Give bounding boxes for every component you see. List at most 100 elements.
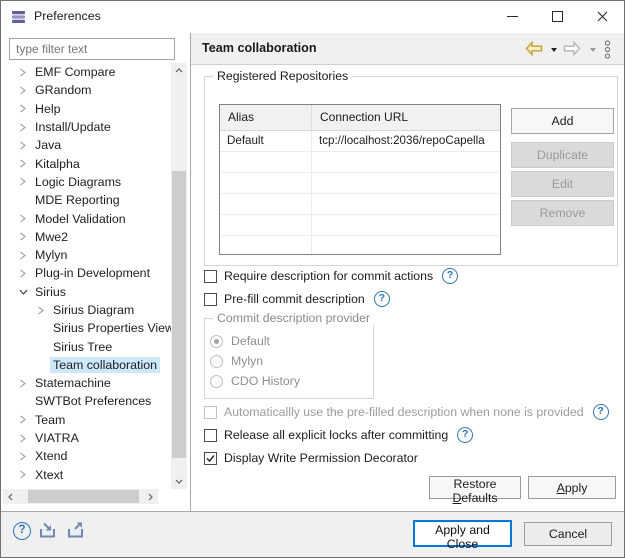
chevron-collapsed-icon[interactable] xyxy=(19,141,32,150)
export-preferences-icon[interactable] xyxy=(66,522,87,544)
chevron-collapsed-icon[interactable] xyxy=(19,86,32,95)
scroll-down-icon[interactable] xyxy=(171,474,187,489)
dialog-help-icon[interactable]: ? xyxy=(13,522,31,540)
chevron-collapsed-icon[interactable] xyxy=(19,379,32,388)
panel-divider[interactable] xyxy=(190,33,191,511)
chevron-collapsed-icon[interactable] xyxy=(19,177,32,186)
tree-item-label: Xtend xyxy=(32,448,70,464)
tree-item-mde-reporting[interactable]: MDE Reporting xyxy=(3,191,171,209)
view-menu-icon[interactable] xyxy=(604,40,611,64)
chevron-collapsed-icon[interactable] xyxy=(19,452,32,461)
tree-item-sirius[interactable]: Sirius xyxy=(3,283,171,301)
back-button[interactable] xyxy=(525,41,543,61)
chevron-collapsed-icon[interactable] xyxy=(19,415,32,424)
add-repository-button[interactable]: Add xyxy=(511,108,614,134)
tree-item-xtend[interactable]: Xtend xyxy=(3,447,171,465)
chevron-collapsed-icon[interactable] xyxy=(19,214,32,223)
tree-item-sirius-tree[interactable]: Sirius Tree xyxy=(3,337,171,355)
tree-item-mylyn[interactable]: Mylyn xyxy=(3,246,171,264)
close-button[interactable] xyxy=(580,1,625,31)
tree-item-mwe2[interactable]: Mwe2 xyxy=(3,228,171,246)
chevron-collapsed-icon[interactable] xyxy=(19,68,32,77)
tree-item-help[interactable]: Help xyxy=(3,100,171,118)
checkbox-unchecked-icon[interactable] xyxy=(204,429,217,442)
import-preferences-icon[interactable] xyxy=(38,522,59,544)
edit-repository-button[interactable]: Edit xyxy=(511,171,614,197)
chevron-collapsed-icon[interactable] xyxy=(37,306,50,315)
tree-item-team-collaboration[interactable]: Team collaboration xyxy=(3,356,171,374)
tree-item-java[interactable]: Java xyxy=(3,136,171,154)
prefill-description-option[interactable]: Pre-fill commit description ? xyxy=(204,290,390,308)
empty-cell xyxy=(312,173,500,193)
cancel-button[interactable]: Cancel xyxy=(524,522,612,546)
tree-item-grandom[interactable]: GRandom xyxy=(3,81,171,99)
tree-item-statemachine[interactable]: Statemachine xyxy=(3,374,171,392)
scroll-left-icon[interactable] xyxy=(3,489,18,504)
help-icon[interactable]: ? xyxy=(442,268,458,284)
tree-item-xtext[interactable]: Xtext xyxy=(3,466,171,484)
radio-label: CDO History xyxy=(231,374,300,388)
maximize-icon xyxy=(552,11,563,22)
tree-vertical-scrollbar[interactable] xyxy=(171,63,187,489)
maximize-button[interactable] xyxy=(535,1,580,31)
tree-horizontal-scrollbar[interactable] xyxy=(3,489,158,504)
tree-item-swtbot-preferences[interactable]: SWTBot Preferences xyxy=(3,392,171,410)
column-header-alias[interactable]: Alias xyxy=(220,105,312,130)
checkbox-unchecked-icon[interactable] xyxy=(204,270,217,283)
filter-input[interactable] xyxy=(9,38,175,60)
tree-item-emf-compare[interactable]: EMF Compare xyxy=(3,63,171,81)
chevron-expanded-icon[interactable] xyxy=(19,288,32,296)
apply-and-close-button[interactable]: Apply and Close xyxy=(413,520,512,547)
tree-item-plug-in-development[interactable]: Plug-in Development xyxy=(3,264,171,282)
titlebar[interactable]: Preferences xyxy=(1,1,624,32)
apply-button[interactable]: Apply xyxy=(528,476,616,499)
empty-cell xyxy=(220,173,312,193)
help-icon[interactable]: ? xyxy=(374,291,390,307)
repo-row[interactable]: Defaulttcp://localhost:2036/repoCapella xyxy=(220,131,500,152)
tree-item-logic-diagrams[interactable]: Logic Diagrams xyxy=(3,173,171,191)
back-arrow-icon xyxy=(525,41,543,56)
release-locks-option[interactable]: Release all explicit locks after committ… xyxy=(204,426,473,444)
forward-button[interactable] xyxy=(563,41,581,61)
chevron-collapsed-icon[interactable] xyxy=(19,104,32,113)
tree-item-model-validation[interactable]: Model Validation xyxy=(3,209,171,227)
forward-history-dropdown-icon[interactable] xyxy=(590,48,596,52)
remove-repository-button[interactable]: Remove xyxy=(511,200,614,226)
require-description-option[interactable]: Require description for commit actions ? xyxy=(204,267,458,285)
tree-item-sirius-diagram[interactable]: Sirius Diagram xyxy=(3,301,171,319)
chevron-collapsed-icon[interactable] xyxy=(19,159,32,168)
chevron-collapsed-icon[interactable] xyxy=(19,434,32,443)
duplicate-repository-button[interactable]: Duplicate xyxy=(511,142,614,168)
radio-icon xyxy=(210,375,223,388)
radio-option-mylyn: Mylyn xyxy=(210,351,300,371)
scrollbar-thumb[interactable] xyxy=(28,490,139,503)
scroll-right-icon[interactable] xyxy=(143,489,158,504)
tree-item-install-update[interactable]: Install/Update xyxy=(3,118,171,136)
tree-item-label: Team collaboration xyxy=(50,357,160,373)
help-icon[interactable]: ? xyxy=(593,404,609,420)
chevron-collapsed-icon[interactable] xyxy=(19,123,32,132)
table-body: Defaulttcp://localhost:2036/repoCapella xyxy=(220,131,500,255)
empty-cell xyxy=(312,152,500,172)
chevron-collapsed-icon[interactable] xyxy=(19,232,32,241)
restore-defaults-button[interactable]: Restore Defaults xyxy=(429,476,521,499)
chevron-collapsed-icon[interactable] xyxy=(19,470,32,479)
repositories-table[interactable]: AliasConnection URL Defaulttcp://localho… xyxy=(219,104,501,255)
column-header-connection-url[interactable]: Connection URL xyxy=(312,105,500,130)
chevron-collapsed-icon[interactable] xyxy=(19,269,32,278)
tree-item-kitalpha[interactable]: Kitalpha xyxy=(3,154,171,172)
back-history-dropdown-icon[interactable] xyxy=(551,48,557,52)
scroll-up-icon[interactable] xyxy=(171,63,187,78)
tree-item-team[interactable]: Team xyxy=(3,411,171,429)
write-permission-decorator-option[interactable]: Display Write Permission Decorator xyxy=(204,449,418,467)
chevron-collapsed-icon[interactable] xyxy=(19,251,32,260)
minimize-button[interactable] xyxy=(490,1,535,31)
checkbox-unchecked-icon[interactable] xyxy=(204,293,217,306)
tree-item-sirius-properties-view[interactable]: Sirius Properties View xyxy=(3,319,171,337)
help-icon[interactable]: ? xyxy=(457,427,473,443)
empty-cell xyxy=(312,236,500,255)
checkbox-checked-icon[interactable] xyxy=(204,452,217,465)
repository-buttons-column: Add Duplicate Edit Remove xyxy=(511,108,614,229)
tree-item-viatra[interactable]: VIATRA xyxy=(3,429,171,447)
scrollbar-thumb[interactable] xyxy=(172,171,186,458)
